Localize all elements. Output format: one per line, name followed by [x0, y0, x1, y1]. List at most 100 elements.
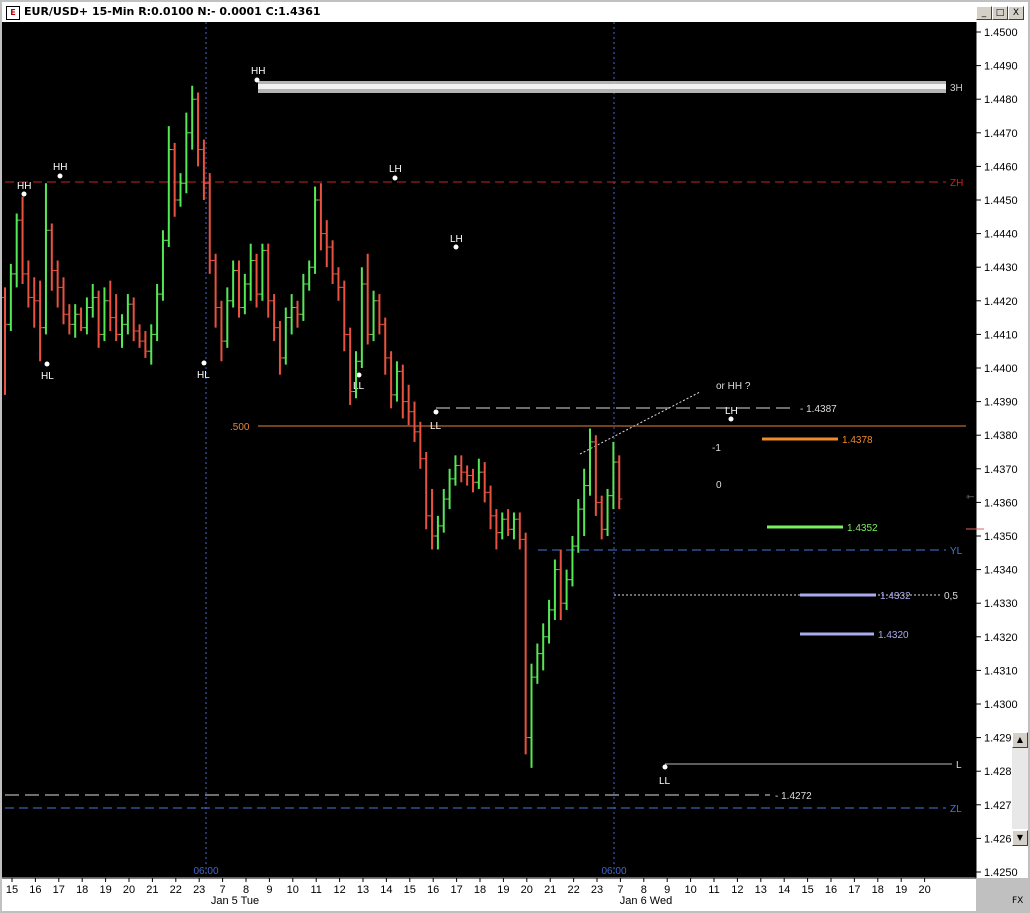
level-4272-label: - 1.4272: [775, 791, 812, 802]
y-tick-label: 1.4330: [984, 598, 1018, 610]
y-tick-label: 1.4390: [984, 397, 1018, 409]
zero-label: 0: [716, 480, 722, 491]
y-tick-label: 1.4300: [984, 699, 1018, 711]
pivot-marker: [201, 360, 207, 366]
x-tick-label: 11: [310, 884, 321, 896]
pivot-marker: [356, 372, 362, 378]
x-tick-label: 13: [357, 884, 369, 896]
scroll-up-arrow-icon[interactable]: ▲: [1012, 732, 1028, 748]
x-tick-label: 16: [825, 884, 837, 896]
y-tick-label: 1.4310: [984, 665, 1018, 677]
x-tick-label: 17: [53, 884, 65, 896]
x-tick-label: 22: [170, 884, 182, 896]
level-4378-label: 1.4378: [842, 435, 873, 446]
x-tick-label: 18: [76, 884, 88, 896]
half-right-label: 0,5: [944, 591, 958, 602]
date-label: Jan 5 Tue: [211, 895, 259, 907]
x-tick-label: 21: [544, 884, 556, 896]
date-label: Jan 6 Wed: [620, 895, 672, 907]
y-tick-label: 1.4450: [984, 195, 1018, 207]
pivot-label: LH: [389, 164, 402, 175]
y-tick-label: 1.4410: [984, 329, 1018, 341]
close-button[interactable]: X: [1008, 6, 1024, 20]
x-tick-label: 12: [333, 884, 345, 896]
x-tick-label: 15: [404, 884, 416, 896]
x-tick-label: 18: [474, 884, 486, 896]
x-tick-label: 19: [99, 884, 111, 896]
y-tick-label: 1.4400: [984, 363, 1018, 375]
x-tick-label: 15: [6, 884, 18, 896]
three-h-label: 3H: [950, 83, 963, 94]
maximize-button[interactable]: □: [992, 6, 1008, 20]
chart-window: E EUR/USD+ 15-Min R:0.0100 N:- 0.0001 C:…: [0, 0, 1030, 913]
x-tick-label: 20: [918, 884, 930, 896]
y-tick-label: 1.4480: [984, 94, 1018, 106]
pivot-label: LH: [725, 406, 738, 417]
session-label: 06:00: [601, 866, 626, 877]
plot-area[interactable]: [2, 22, 976, 877]
pivot-marker: [254, 77, 260, 83]
l-label: L: [956, 760, 962, 771]
x-tick-label: 12: [731, 884, 743, 896]
pivot-marker: [44, 361, 50, 367]
window-title: EUR/USD+ 15-Min R:0.0100 N:- 0.0001 C:1.…: [24, 5, 321, 18]
fx-corner-label: FX: [1012, 896, 1024, 906]
pivot-label: HH: [53, 162, 67, 173]
pivot-label: HL: [197, 370, 210, 381]
level-4352-label: 1.4352: [847, 523, 878, 534]
or-hh-annotation: or HH ?: [716, 381, 751, 392]
yl-label: YL: [950, 546, 963, 557]
pivot-marker: [57, 173, 63, 179]
pivot-label: LH: [450, 234, 463, 245]
y-tick-label: 1.4460: [984, 161, 1018, 173]
y-tick-label: 1.4430: [984, 262, 1018, 274]
session-label: 06:00: [193, 866, 218, 877]
pivot-label: HL: [41, 371, 54, 382]
minimize-button[interactable]: _: [976, 6, 992, 20]
y-tick-label: 1.4440: [984, 229, 1018, 241]
pivot-label: LL: [659, 776, 671, 787]
price-chart[interactable]: 06:00 06:00 3H ZH - 1.4387 .500 or HH ? …: [0, 22, 1030, 913]
pivot-marker: [453, 244, 459, 250]
left-arrow-icon: ⇽: [966, 492, 974, 503]
x-tick-label: 20: [521, 884, 533, 896]
y-tick-label: 1.4380: [984, 430, 1018, 442]
y-tick-label: 1.4500: [984, 27, 1018, 39]
pivot-marker: [21, 191, 27, 197]
x-tick-label: 14: [778, 884, 790, 896]
pivot-marker: [433, 409, 439, 415]
fib-500-label: .500: [230, 422, 250, 433]
x-tick-label: 13: [755, 884, 767, 896]
y-tick-label: 1.4470: [984, 128, 1018, 140]
x-tick-label: 10: [684, 884, 696, 896]
level-4320-label: 1.4320: [878, 630, 909, 641]
pivot-label: LL: [430, 421, 442, 432]
pivot-marker: [728, 416, 734, 422]
y-tick-label: 1.4370: [984, 464, 1018, 476]
pivot-label: HH: [251, 66, 265, 77]
minus-one-label: -1: [712, 443, 721, 454]
level-4332-label: 1.4332: [880, 591, 911, 602]
x-tick-label: 21: [146, 884, 158, 896]
x-tick-label: 15: [801, 884, 813, 896]
scrollbar-track[interactable]: [1012, 748, 1028, 829]
chart-app-icon[interactable]: E: [6, 6, 20, 20]
y-tick-label: 1.4420: [984, 296, 1018, 308]
pivot-label: LL: [353, 381, 365, 392]
window-title-bar[interactable]: E EUR/USD+ 15-Min R:0.0100 N:- 0.0001 C:…: [2, 2, 1028, 23]
x-tick-label: 18: [872, 884, 884, 896]
x-tick-label: 23: [591, 884, 603, 896]
zl-label: ZL: [950, 804, 962, 815]
x-tick-label: 23: [193, 884, 205, 896]
y-tick-label: 1.4250: [984, 867, 1018, 879]
y-tick-label: 1.4490: [984, 61, 1018, 73]
x-tick-label: 16: [427, 884, 439, 896]
x-tick-label: 17: [450, 884, 462, 896]
x-tick-label: 17: [848, 884, 860, 896]
x-tick-label: 20: [123, 884, 135, 896]
scroll-down-arrow-icon[interactable]: ▼: [1012, 830, 1028, 846]
x-tick-label: 16: [29, 884, 41, 896]
three-h-zone-highlight: [258, 84, 946, 89]
x-tick-label: 14: [380, 884, 392, 896]
level-4387-label: - 1.4387: [800, 404, 837, 415]
